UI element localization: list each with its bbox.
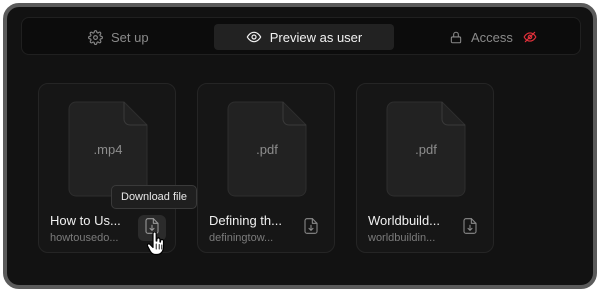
tab-setup-label: Set up	[111, 29, 149, 45]
gear-icon	[88, 29, 103, 45]
file-card[interactable]: .pdf Defining th... definingtow...	[197, 83, 335, 253]
tab-setup[interactable]: Set up	[88, 24, 149, 50]
tab-preview-as-user[interactable]: Preview as user	[214, 24, 394, 50]
file-card[interactable]: .pdf Worldbuild... worldbuildin...	[356, 83, 494, 253]
file-name: Defining th...	[209, 213, 282, 228]
download-file-button[interactable]	[456, 215, 484, 241]
tab-preview-label: Preview as user	[269, 29, 363, 45]
download-file-button[interactable]	[297, 215, 325, 241]
tab-access-label: Access	[471, 29, 513, 45]
file-extension-label: .pdf	[256, 141, 278, 157]
lock-icon	[449, 30, 463, 45]
tab-access[interactable]: Access	[449, 24, 537, 50]
hand-pointer-cursor-icon	[146, 231, 165, 261]
file-extension-label: .mp4	[93, 141, 123, 157]
file-download-icon	[463, 217, 477, 239]
file-name: How to Us...	[50, 213, 121, 228]
file-subtitle: worldbuildin...	[368, 232, 436, 244]
file-name: Worldbuild...	[368, 213, 441, 228]
file-subtitle: definingtow...	[209, 232, 274, 244]
eye-icon	[246, 29, 262, 45]
file-preview-panel: Set up Preview as user Access .mp4 How t…	[3, 3, 597, 289]
file-subtitle: howtousedo...	[50, 232, 119, 244]
file-download-icon	[304, 217, 318, 239]
file-card[interactable]: .mp4 How to Us... howtousedo...	[38, 83, 176, 253]
file-extension-label: .pdf	[415, 141, 437, 157]
download-tooltip: Download file	[111, 185, 198, 209]
eye-off-icon	[523, 30, 537, 44]
view-tabs: Set up Preview as user Access	[21, 17, 581, 55]
